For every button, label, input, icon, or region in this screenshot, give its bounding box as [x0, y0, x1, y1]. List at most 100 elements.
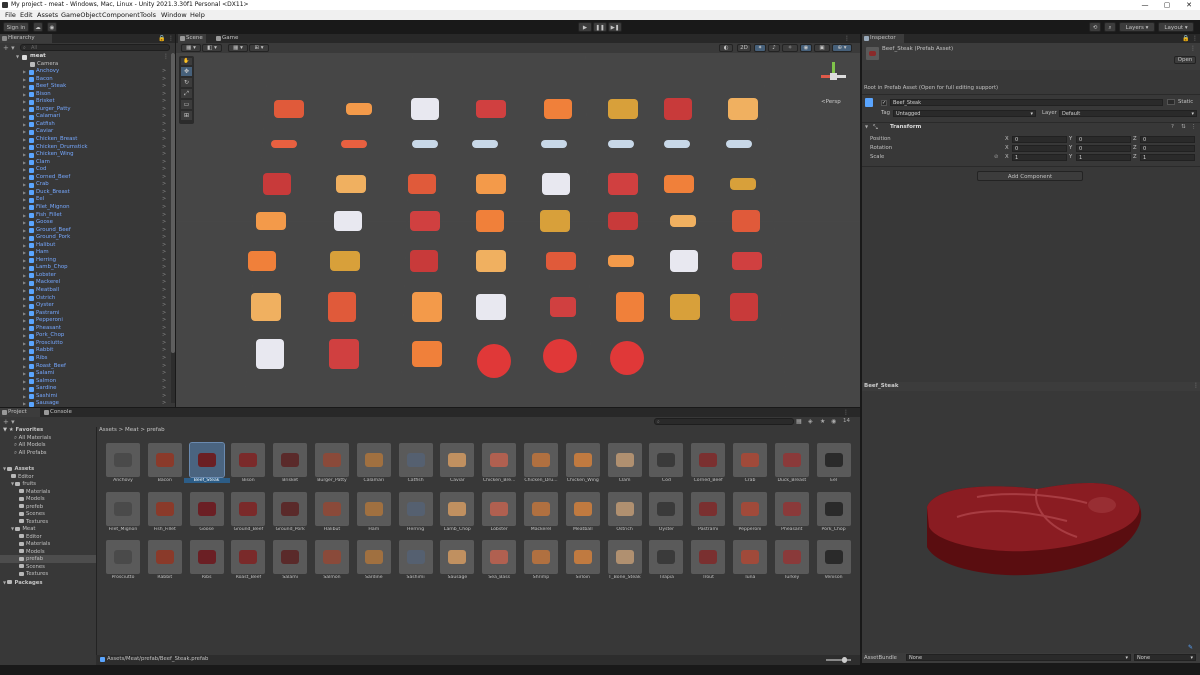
chevron-right-icon[interactable]: > [162, 219, 166, 227]
expand-arrow-icon[interactable]: ▶ [23, 279, 26, 287]
search-icon[interactable]: ⌕ [1104, 22, 1116, 32]
rot-x-input[interactable]: 0 [1012, 145, 1067, 152]
expand-arrow-icon[interactable]: ▶ [23, 204, 26, 212]
expand-arrow-icon[interactable]: ▶ [23, 151, 26, 159]
expand-arrow-icon[interactable]: ▶ [23, 174, 26, 182]
scene-object[interactable] [472, 140, 498, 148]
hierarchy-item[interactable]: ▶ Pheasant > [0, 325, 171, 333]
chevron-right-icon[interactable]: > [162, 325, 166, 333]
inspector-menu-icon[interactable]: ⋮ [1192, 35, 1198, 42]
chevron-right-icon[interactable]: > [162, 76, 166, 84]
chevron-right-icon[interactable]: > [162, 340, 166, 348]
scene-object[interactable] [543, 339, 577, 373]
splitter[interactable] [96, 427, 97, 665]
scene-object[interactable] [544, 99, 572, 119]
asset-tile[interactable]: Goose [189, 491, 224, 536]
hierarchy-item[interactable]: ▶ Crab > [0, 181, 171, 189]
chevron-right-icon[interactable]: > [162, 332, 166, 340]
scene-object[interactable] [608, 173, 638, 195]
expand-arrow-icon[interactable]: ▶ [23, 249, 26, 257]
asset-tile[interactable]: Sausage [440, 540, 475, 584]
asset-tile[interactable]: Catfish [398, 443, 433, 487]
expand-arrow-icon[interactable]: ▶ [23, 272, 26, 280]
folder-item[interactable]: ▼ Meat [0, 525, 96, 533]
scene-object[interactable] [726, 140, 752, 148]
scene-object[interactable] [410, 211, 440, 231]
scl-z-input[interactable]: 1 [1140, 154, 1195, 161]
tag-dropdown[interactable]: Untagged ▾ [893, 110, 1036, 117]
hierarchy-item[interactable]: ▶ Beef_Steak > [0, 83, 171, 91]
tab-project[interactable]: Project [0, 408, 40, 417]
hierarchy-item[interactable]: ▶ Ribs > [0, 355, 171, 363]
scene-menu-icon[interactable]: ⋮ [163, 53, 169, 61]
menu-tools[interactable]: Tools [140, 10, 156, 20]
create-asset-button[interactable]: + ▾ [3, 418, 15, 426]
folder-item[interactable]: ▼ Packages [0, 579, 96, 587]
scene-object[interactable] [328, 292, 356, 322]
assetbundle-variant-dropdown[interactable]: None ▾ [1134, 654, 1196, 661]
favorite-item[interactable]: ⌕ All Models [14, 442, 46, 450]
hierarchy-item[interactable]: ▶ Bison > [0, 91, 171, 99]
scene-object[interactable] [408, 174, 436, 194]
scene-object[interactable] [608, 99, 638, 119]
asset-tile[interactable]: Sirloin [565, 540, 600, 584]
hierarchy-item[interactable]: ▶ Ham > [0, 249, 171, 257]
menu-file[interactable]: File [5, 10, 16, 20]
chevron-right-icon[interactable]: > [162, 317, 166, 325]
asset-tile[interactable]: Ground_Pork [273, 491, 308, 536]
favorite-item[interactable]: ⌕ All Prefabs [14, 450, 47, 458]
asset-tile[interactable]: Ham [356, 491, 391, 536]
scene-object[interactable] [263, 173, 291, 195]
sign-in-button[interactable]: Sign in [3, 22, 29, 32]
expand-arrow-icon[interactable]: ▶ [23, 287, 26, 295]
hierarchy-item[interactable]: ▶ Filet_Mignon > [0, 204, 171, 212]
expand-arrow-icon[interactable]: ▶ [23, 340, 26, 348]
expand-arrow-icon[interactable]: ▶ [23, 332, 26, 340]
chevron-right-icon[interactable]: > [162, 159, 166, 167]
scene-object[interactable] [542, 173, 570, 195]
asset-tile[interactable]: Tuna [733, 540, 767, 584]
hierarchy-item[interactable]: ▶ Duck_Breast > [0, 189, 171, 197]
orientation-gizmo[interactable] [821, 62, 847, 92]
axis-x-label[interactable]: X [1005, 136, 1009, 143]
chevron-right-icon[interactable]: > [162, 189, 166, 197]
expand-arrow-icon[interactable]: ▶ [23, 400, 26, 408]
hierarchy-item[interactable]: ▶ Sausage > [0, 400, 171, 408]
folder-item[interactable]: Models [0, 495, 96, 503]
expand-arrow-icon[interactable]: ▶ [23, 363, 26, 371]
hierarchy-item[interactable]: ▶ Ground_Beef > [0, 227, 171, 235]
scl-x-input[interactable]: 1 [1012, 154, 1067, 161]
preset-icon[interactable]: ⇅ [1181, 124, 1186, 130]
hierarchy-item[interactable]: ▶ Pastrami > [0, 310, 171, 318]
project-search-input[interactable]: ⌕ [654, 418, 794, 425]
chevron-right-icon[interactable]: > [162, 174, 166, 182]
chevron-right-icon[interactable]: > [162, 302, 166, 310]
chevron-right-icon[interactable]: > [162, 204, 166, 212]
scene-object[interactable] [329, 339, 359, 369]
active-checkbox[interactable]: ✓ [881, 100, 887, 106]
expand-arrow-icon[interactable]: ▶ [23, 310, 26, 318]
hierarchy-item[interactable]: ▶ Brisket > [0, 98, 171, 106]
expand-arrow-icon[interactable]: ▶ [23, 234, 26, 242]
hierarchy-item[interactable]: ▶ Meatball > [0, 287, 171, 295]
menu-component[interactable]: Component [102, 10, 140, 20]
hierarchy-item[interactable]: ▶ Eel > [0, 196, 171, 204]
scene-object[interactable] [476, 250, 506, 272]
filter-type-icon[interactable]: ▦ [796, 418, 802, 425]
gizmo-center[interactable] [830, 73, 837, 80]
asset-tile[interactable]: T_Bone_Steak [607, 540, 642, 584]
chevron-right-icon[interactable]: > [162, 166, 166, 174]
scene-object[interactable] [412, 140, 438, 148]
move-tool-icon[interactable]: ✥ [181, 67, 192, 76]
scrollbar-thumb[interactable] [171, 53, 175, 353]
expand-arrow-icon[interactable]: ▶ [23, 121, 26, 129]
asset-menu-icon[interactable]: ⋮ [1190, 45, 1196, 52]
transform-tool-icon[interactable]: ⊞ [181, 111, 192, 120]
expand-arrow-icon[interactable]: ▼ [865, 124, 868, 129]
hierarchy-item[interactable]: ▶ Lobster > [0, 272, 171, 280]
hierarchy-item[interactable]: ▶ Calamari > [0, 113, 171, 121]
hierarchy-item[interactable]: ▶ Oyster > [0, 302, 171, 310]
expand-arrow-icon[interactable]: ▶ [23, 106, 26, 114]
asset-tile[interactable]: Herring [398, 491, 433, 536]
scene-object[interactable] [256, 212, 286, 230]
